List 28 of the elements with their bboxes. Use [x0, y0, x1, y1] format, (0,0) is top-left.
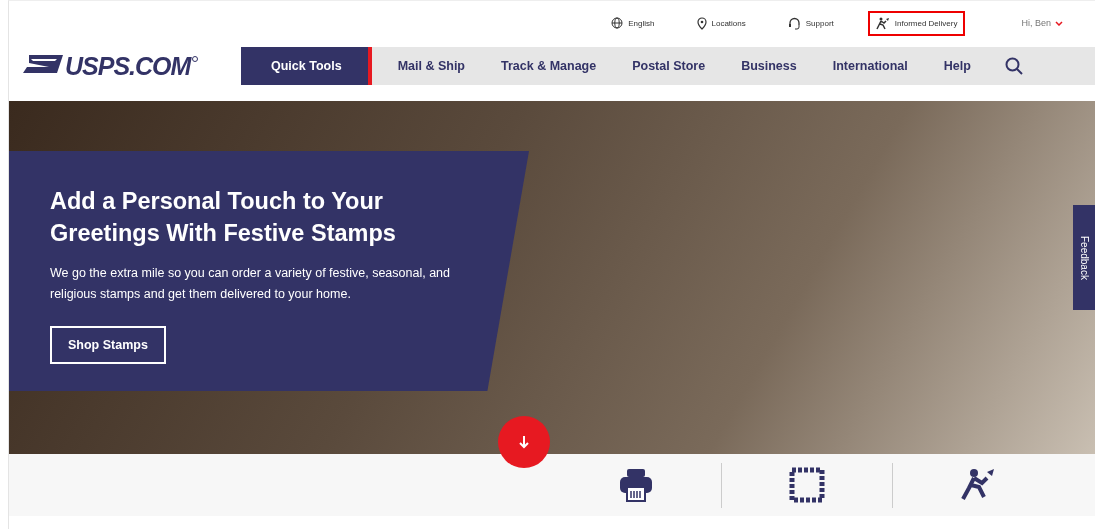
nav-tab[interactable]: International [812, 47, 924, 85]
logo-text[interactable]: USPS.COM [65, 51, 191, 81]
stamp-icon[interactable] [789, 467, 825, 503]
nav-tab[interactable]: Business [721, 47, 813, 85]
utility-link[interactable]: Informed Delivery [867, 10, 966, 36]
nav-tab[interactable]: Mail & Ship [377, 47, 481, 85]
nav-tab[interactable]: Help [923, 47, 987, 85]
hero-title: Add a Personal Touch to Your Greetings With Festive Stamps [50, 187, 397, 248]
caret-icon [1055, 20, 1063, 26]
nav-tab[interactable]: Postal Store [612, 47, 722, 85]
account-menu[interactable]: Hi, Ben [1021, 18, 1063, 28]
nav-tab[interactable]: Quick Tools [241, 47, 372, 85]
arrow-down-icon [518, 435, 530, 449]
headset-icon [787, 16, 801, 30]
printer-icon[interactable] [618, 467, 654, 503]
globe-icon [611, 17, 624, 29]
utility-link[interactable]: English [603, 11, 663, 35]
utility-link[interactable]: Support [779, 10, 842, 36]
utility-link[interactable]: Locations [688, 10, 754, 36]
shop-stamps-button[interactable]: Shop Stamps [50, 326, 166, 364]
scroll-down-button[interactable] [498, 416, 550, 468]
nav-tab[interactable]: Track & Manage [481, 47, 613, 85]
feedback-tab[interactable]: Feedback [1073, 205, 1095, 310]
running-person-icon[interactable] [960, 467, 996, 503]
location-pin-icon [696, 16, 707, 30]
running-person-icon [875, 16, 890, 30]
search-icon[interactable] [1004, 57, 1023, 75]
hero-text: We go the extra mile so you can order a variety of festive, seasonal, and religious stamps and get them delivered to your home. [50, 265, 451, 303]
